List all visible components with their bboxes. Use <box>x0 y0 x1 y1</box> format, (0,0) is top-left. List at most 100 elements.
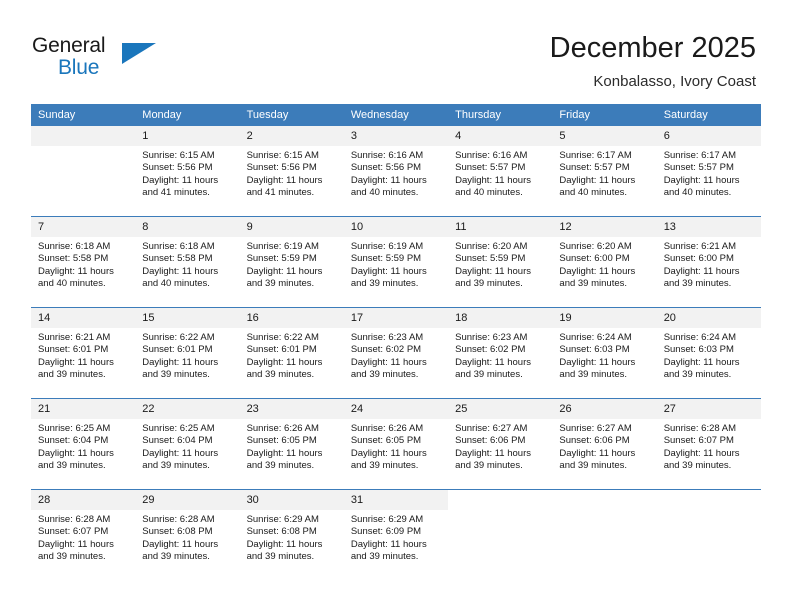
calendar-day-cell[interactable]: 9 Sunrise: 6:19 AM Sunset: 5:59 PM Daylight… <box>239 216 344 308</box>
page-header: General Blue December 2025 Konbalasso, I… <box>0 0 792 100</box>
daylight-text-line2: and 39 minutes. <box>142 460 210 472</box>
weekday-header-monday: Monday <box>135 104 240 126</box>
day-number <box>31 126 136 146</box>
daylight-text-line2: and 40 minutes. <box>559 187 628 199</box>
day-sun-info: Sunrise: 6:28 AM Sunset: 6:08 PM Daylight:… <box>135 510 239 564</box>
daylight-text-line1: Daylight: 11 hours <box>38 265 114 277</box>
day-sun-info: Sunrise: 6:17 AM Sunset: 5:57 PM Daylight:… <box>552 146 656 200</box>
day-number: 9 <box>239 217 344 237</box>
sunrise-text: Sunrise: 6:20 AM <box>559 241 632 252</box>
daylight-text-line1: Daylight: 11 hours <box>559 265 636 277</box>
calendar-day-cell[interactable]: 15 Sunrise: 6:22 AM Sunset: 6:01 PM Dayligh… <box>135 307 240 399</box>
day-sun-info: Sunrise: 6:25 AM Sunset: 6:04 PM Daylight:… <box>135 419 239 473</box>
sunset-text: Sunset: 6:09 PM <box>350 526 422 538</box>
sunset-text: Sunset: 6:02 PM <box>455 344 526 356</box>
sunset-text: Sunset: 6:03 PM <box>663 344 734 356</box>
sunrise-text: Sunrise: 6:15 AM <box>246 150 319 161</box>
sunrise-text: Sunrise: 6:22 AM <box>142 332 215 343</box>
calendar-day-cell[interactable]: 16 Sunrise: 6:22 AM Sunset: 6:01 PM Dayligh… <box>239 307 344 399</box>
daylight-text-line2: and 39 minutes. <box>142 551 210 563</box>
day-sun-info: Sunrise: 6:26 AM Sunset: 6:05 PM Daylight:… <box>240 419 344 473</box>
calendar-day-cell[interactable]: 1 Sunrise: 6:15 AM Sunset: 5:56 PM Daylight… <box>135 126 240 217</box>
sunset-text: Sunset: 6:01 PM <box>142 344 213 356</box>
calendar-day-cell[interactable]: 17 Sunrise: 6:23 AM Sunset: 6:02 PM Dayligh… <box>343 307 449 399</box>
calendar-day-cell[interactable]: 10 Sunrise: 6:19 AM Sunset: 5:59 PM Dayligh… <box>343 216 449 308</box>
day-sun-info: Sunrise: 6:23 AM Sunset: 6:02 PM Daylight:… <box>344 328 448 382</box>
daylight-text-line2: and 39 minutes. <box>663 460 732 472</box>
calendar-day-cell[interactable]: 22 Sunrise: 6:25 AM Sunset: 6:04 PM Dayligh… <box>135 398 240 490</box>
daylight-text-line2: and 39 minutes. <box>38 369 106 381</box>
sunset-text: Sunset: 6:05 PM <box>246 435 317 447</box>
day-number: 8 <box>135 217 240 237</box>
calendar-day-cell[interactable]: 29 Sunrise: 6:28 AM Sunset: 6:08 PM Dayligh… <box>135 489 240 580</box>
day-sun-info: Sunrise: 6:16 AM Sunset: 5:57 PM Daylight:… <box>448 146 552 200</box>
sunset-text: Sunset: 5:59 PM <box>350 253 422 265</box>
calendar-day-cell[interactable]: 25 Sunrise: 6:27 AM Sunset: 6:06 PM Dayligh… <box>448 398 553 490</box>
calendar-day-cell[interactable]: 19 Sunrise: 6:24 AM Sunset: 6:03 PM Dayligh… <box>552 307 657 399</box>
calendar-day-cell[interactable]: 4 Sunrise: 6:16 AM Sunset: 5:57 PM Daylight… <box>448 126 553 217</box>
calendar-day-cell[interactable]: 12 Sunrise: 6:20 AM Sunset: 6:00 PM Dayligh… <box>552 216 657 308</box>
day-sun-info: Sunrise: 6:20 AM Sunset: 6:00 PM Daylight:… <box>552 237 656 291</box>
day-number: 5 <box>552 126 657 146</box>
sunset-text: Sunset: 5:59 PM <box>455 253 526 265</box>
calendar-day-cell[interactable] <box>448 489 553 580</box>
daylight-text-line1: Daylight: 11 hours <box>38 447 114 459</box>
calendar-day-cell[interactable]: 7 Sunrise: 6:18 AM Sunset: 5:58 PM Daylight… <box>31 216 136 308</box>
calendar-day-cell[interactable]: 24 Sunrise: 6:26 AM Sunset: 6:05 PM Dayligh… <box>343 398 449 490</box>
day-number <box>656 490 761 510</box>
calendar-day-cell[interactable] <box>656 489 761 580</box>
calendar-day-cell[interactable]: 21 Sunrise: 6:25 AM Sunset: 6:04 PM Dayligh… <box>31 398 136 490</box>
calendar-week-row: 21 Sunrise: 6:25 AM Sunset: 6:04 PM Dayligh… <box>31 398 761 490</box>
calendar-day-cell[interactable]: 11 Sunrise: 6:20 AM Sunset: 5:59 PM Dayligh… <box>448 216 553 308</box>
day-sun-info: Sunrise: 6:21 AM Sunset: 6:01 PM Daylight:… <box>31 328 135 382</box>
calendar-grid: Sunday Monday Tuesday Wednesday Thursday… <box>31 104 761 580</box>
sunset-text: Sunset: 6:01 PM <box>246 344 317 356</box>
sunset-text: Sunset: 6:07 PM <box>38 526 109 538</box>
day-number: 7 <box>31 217 136 237</box>
sunrise-text: Sunrise: 6:15 AM <box>142 150 215 161</box>
daylight-text-line2: and 39 minutes. <box>559 369 628 381</box>
calendar-day-cell[interactable]: 27 Sunrise: 6:28 AM Sunset: 6:07 PM Dayligh… <box>656 398 761 490</box>
day-sun-info: Sunrise: 6:19 AM Sunset: 5:59 PM Daylight:… <box>240 237 344 291</box>
calendar-day-cell[interactable]: 26 Sunrise: 6:27 AM Sunset: 6:06 PM Dayligh… <box>552 398 657 490</box>
calendar-day-cell[interactable]: 2 Sunrise: 6:15 AM Sunset: 5:56 PM Daylight… <box>239 126 344 217</box>
daylight-text-line2: and 39 minutes. <box>246 369 315 381</box>
calendar-day-cell[interactable]: 14 Sunrise: 6:21 AM Sunset: 6:01 PM Dayligh… <box>31 307 136 399</box>
day-sun-info: Sunrise: 6:27 AM Sunset: 6:06 PM Daylight:… <box>448 419 552 473</box>
day-number: 29 <box>135 490 240 510</box>
daylight-text-line1: Daylight: 11 hours <box>350 447 427 459</box>
calendar-day-cell[interactable] <box>552 489 657 580</box>
calendar-day-cell[interactable] <box>31 126 136 217</box>
calendar-day-cell[interactable]: 23 Sunrise: 6:26 AM Sunset: 6:05 PM Dayligh… <box>239 398 344 490</box>
calendar-day-cell[interactable]: 5 Sunrise: 6:17 AM Sunset: 5:57 PM Daylight… <box>552 126 657 217</box>
day-number: 18 <box>448 308 553 328</box>
calendar-day-cell[interactable]: 13 Sunrise: 6:21 AM Sunset: 6:00 PM Dayligh… <box>656 216 761 308</box>
calendar-day-cell[interactable]: 6 Sunrise: 6:17 AM Sunset: 5:57 PM Daylight… <box>656 126 761 217</box>
calendar-day-cell[interactable]: 30 Sunrise: 6:29 AM Sunset: 6:08 PM Dayligh… <box>239 489 344 580</box>
sunrise-text: Sunrise: 6:25 AM <box>142 423 215 434</box>
day-sun-info: Sunrise: 6:28 AM Sunset: 6:07 PM Daylight:… <box>31 510 135 564</box>
daylight-text-line2: and 39 minutes. <box>38 551 106 563</box>
daylight-text-line2: and 39 minutes. <box>559 460 628 472</box>
sunset-text: Sunset: 5:58 PM <box>142 253 213 265</box>
calendar-day-cell[interactable]: 3 Sunrise: 6:16 AM Sunset: 5:56 PM Daylight… <box>343 126 449 217</box>
day-number: 28 <box>31 490 136 510</box>
day-sun-info: Sunrise: 6:15 AM Sunset: 5:56 PM Daylight:… <box>135 146 239 200</box>
calendar-day-cell[interactable]: 18 Sunrise: 6:23 AM Sunset: 6:02 PM Dayligh… <box>448 307 553 399</box>
calendar-day-cell[interactable]: 8 Sunrise: 6:18 AM Sunset: 5:58 PM Daylight… <box>135 216 240 308</box>
weekday-header-wednesday: Wednesday <box>343 104 449 126</box>
daylight-text-line1: Daylight: 11 hours <box>559 447 636 459</box>
brand-name-blue: Blue <box>58 56 100 79</box>
day-sun-info: Sunrise: 6:16 AM Sunset: 5:56 PM Daylight:… <box>344 146 448 200</box>
calendar-day-cell[interactable]: 28 Sunrise: 6:28 AM Sunset: 6:07 PM Dayligh… <box>31 489 136 580</box>
daylight-text-line2: and 39 minutes. <box>663 278 732 290</box>
calendar-day-cell[interactable]: 20 Sunrise: 6:24 AM Sunset: 6:03 PM Dayligh… <box>656 307 761 399</box>
daylight-text-line1: Daylight: 11 hours <box>142 356 219 368</box>
brand-logo[interactable]: General Blue <box>32 34 172 86</box>
day-sun-info: Sunrise: 6:23 AM Sunset: 6:02 PM Daylight:… <box>448 328 552 382</box>
calendar-day-cell[interactable]: 31 Sunrise: 6:29 AM Sunset: 6:09 PM Dayligh… <box>343 489 449 580</box>
sunset-text: Sunset: 6:03 PM <box>559 344 630 356</box>
calendar-page: General Blue December 2025 Konbalasso, I… <box>0 0 792 612</box>
day-number: 12 <box>552 217 657 237</box>
sunset-text: Sunset: 5:56 PM <box>142 162 213 174</box>
